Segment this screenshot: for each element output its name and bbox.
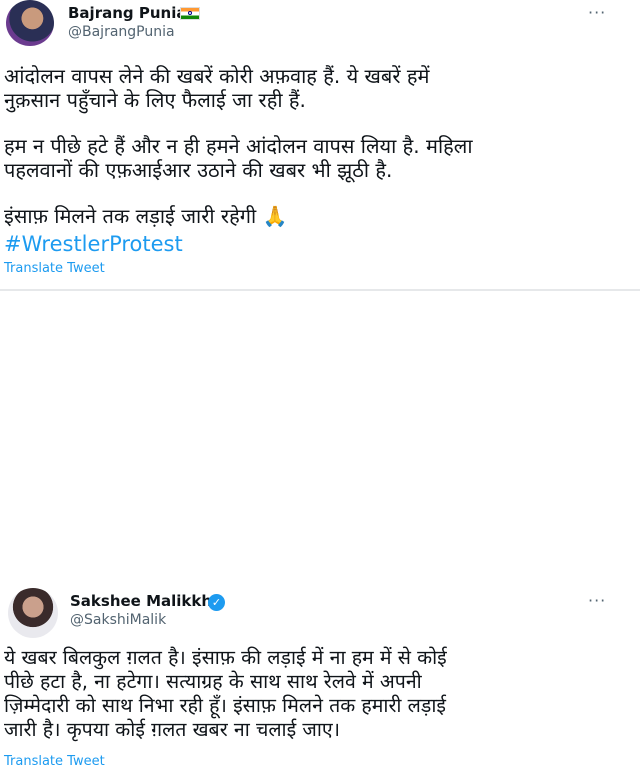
more-options-icon[interactable]: ··· [588,3,606,22]
tweet-text-paragraph: आंदोलन वापस लेने की खबरें कोरी अफ़वाह है… [4,64,430,112]
hashtag-link[interactable]: #WrestlerProtest [4,232,183,256]
tweet-sakshee[interactable]: Sakshee Malikkh ✓ @SakshiMalik ··· ये खब… [0,290,640,769]
author-name[interactable]: Sakshee Malikkh [70,592,212,610]
tweet-bajrang[interactable]: Bajrang Punia @BajrangPunia ··· आंदोलन व… [0,0,640,290]
translate-tweet-link[interactable]: Translate Tweet [4,261,105,276]
author-handle[interactable]: @SakshiMalik [70,612,166,628]
avatar-sakshee[interactable] [8,588,58,638]
author-handle[interactable]: @BajrangPunia [68,24,175,40]
author-name[interactable]: Bajrang Punia [68,4,186,22]
tweet-text-paragraph: ये खबर बिलकुल ग़लत है। इंसाफ़ की लड़ाई म… [4,646,447,741]
translate-tweet-link[interactable]: Translate Tweet [4,754,105,769]
tweet-text-paragraph: इंसाफ़ मिलने तक लड़ाई जारी रहेगी 🙏 [4,204,288,228]
verified-badge-icon: ✓ [208,594,225,611]
india-flag-icon [180,7,200,20]
tweet-text-paragraph: हम न पीछे हटे हैं और न ही हमने आंदोलन वा… [4,134,473,182]
avatar-bajrang[interactable] [6,0,54,46]
more-options-icon[interactable]: ··· [588,591,606,610]
